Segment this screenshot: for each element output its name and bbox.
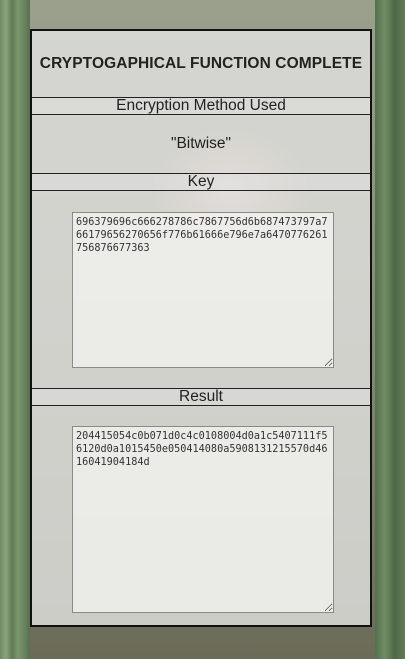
method-value: "Bitwise" — [170, 135, 232, 152]
panel-title: CRYPTOGAPHICAL FUNCTION COMPLETE — [39, 55, 363, 72]
result-textarea[interactable]: 204415054c0b071d0c4c0108004d0a1c5407111f… — [72, 426, 334, 613]
key-section: 696379696c666278786c7867756d6b687473797a… — [32, 191, 370, 388]
result-section: 204415054c0b071d0c4c0108004d0a1c5407111f… — [32, 406, 370, 626]
key-textarea[interactable]: 696379696c666278786c7867756d6b687473797a… — [72, 212, 334, 368]
method-label: Encryption Method Used — [32, 97, 370, 115]
result-panel: CRYPTOGAPHICAL FUNCTION COMPLETE Encrypt… — [30, 29, 372, 627]
key-label: Key — [32, 173, 370, 191]
result-label: Result — [32, 388, 370, 406]
